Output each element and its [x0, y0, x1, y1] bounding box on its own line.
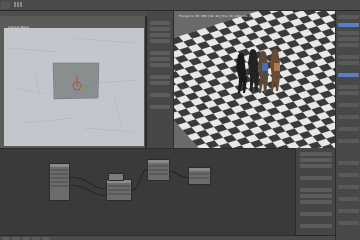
- panel-button[interactable]: [338, 31, 359, 35]
- node-label-box[interactable]: [108, 173, 124, 181]
- panel-button[interactable]: [338, 139, 359, 143]
- prop-field[interactable]: [300, 158, 332, 162]
- panel-button[interactable]: [338, 15, 359, 19]
- prop-field[interactable]: [300, 224, 332, 228]
- tool-button[interactable]: [150, 57, 170, 61]
- clip-footage[interactable]: [4, 28, 144, 146]
- tool-button[interactable]: [150, 63, 170, 67]
- blend-node[interactable]: [106, 179, 132, 201]
- tool-button[interactable]: [150, 51, 170, 55]
- prop-field[interactable]: [300, 164, 332, 168]
- prop-field[interactable]: [300, 152, 332, 156]
- clip-editor-label: Camera Move: [8, 25, 29, 29]
- panel-button[interactable]: [338, 115, 359, 119]
- panel-button[interactable]: [338, 37, 359, 41]
- toolbar-icons[interactable]: [14, 2, 26, 8]
- panel-button[interactable]: [338, 127, 359, 131]
- panel-button[interactable]: [338, 91, 359, 95]
- panel-active-button[interactable]: [338, 73, 359, 77]
- checker-floor: [174, 11, 335, 148]
- panel-button[interactable]: [338, 185, 359, 189]
- panel-button[interactable]: [338, 55, 359, 59]
- panel-button[interactable]: [338, 221, 359, 225]
- input-node[interactable]: [49, 163, 70, 201]
- tool-button[interactable]: [150, 93, 170, 97]
- prop-field[interactable]: [300, 212, 332, 216]
- node-editor[interactable]: [0, 148, 295, 235]
- panel-button[interactable]: [338, 103, 359, 107]
- panel-button[interactable]: [338, 85, 359, 89]
- prop-field[interactable]: [300, 194, 332, 198]
- panel-button[interactable]: [338, 61, 359, 65]
- tool-button[interactable]: [150, 21, 170, 25]
- tool-button[interactable]: [150, 81, 170, 85]
- clip-editor-header: [0, 11, 147, 16]
- 3d-viewport[interactable]: Frame:11 | Bl: 188 | Ve: 16 | Tris: 16 |…: [174, 11, 335, 148]
- panel-active-button[interactable]: [338, 23, 359, 27]
- tool-button[interactable]: [150, 33, 170, 37]
- panel-button[interactable]: [338, 197, 359, 201]
- prop-field[interactable]: [300, 188, 332, 192]
- viewport-stats: Frame:11 | Bl: 188 | Ve: 16 | Tris: 16 |…: [179, 14, 254, 18]
- properties-panel: [335, 11, 360, 240]
- mix-node[interactable]: [147, 159, 170, 181]
- tool-shelf: [147, 11, 174, 148]
- tool-button[interactable]: [150, 75, 170, 79]
- top-header: [0, 0, 360, 11]
- panel-button[interactable]: [338, 43, 359, 47]
- prop-field[interactable]: [300, 200, 332, 204]
- tool-button[interactable]: [150, 27, 170, 31]
- node-properties: [295, 148, 335, 235]
- panel-button[interactable]: [338, 173, 359, 177]
- bottom-header: [0, 235, 335, 240]
- clip-editor[interactable]: Camera Move: [0, 11, 147, 148]
- panel-button[interactable]: [338, 161, 359, 165]
- tool-button[interactable]: [150, 105, 170, 109]
- output-node[interactable]: [188, 167, 211, 185]
- panel-button[interactable]: [338, 209, 359, 213]
- editor-type-icon[interactable]: [1, 2, 10, 9]
- tool-button[interactable]: [150, 39, 170, 43]
- prop-field[interactable]: [300, 176, 332, 180]
